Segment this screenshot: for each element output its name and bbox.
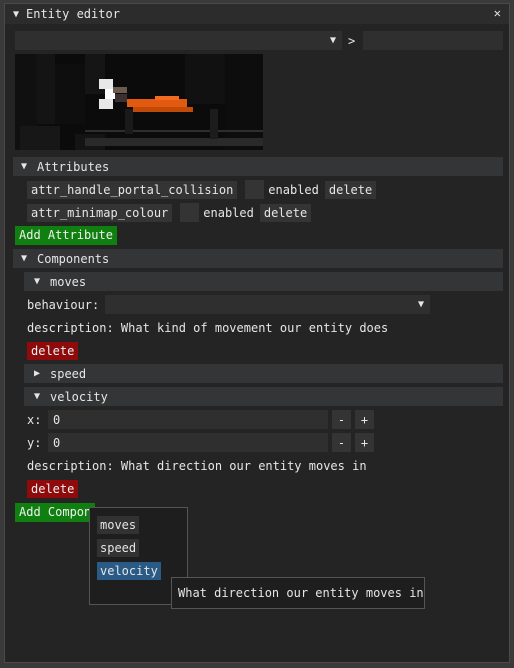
delete-moves-button[interactable]: delete <box>27 342 79 360</box>
enabled-checkbox[interactable] <box>245 180 265 199</box>
y-input[interactable]: 0 <box>48 433 328 452</box>
popup-item-speed[interactable]: speed <box>97 539 140 557</box>
add-component-button[interactable]: Add Compon <box>15 503 96 522</box>
x-increment-button[interactable]: + <box>355 410 374 429</box>
behaviour-combo[interactable]: ▼ <box>105 295 430 314</box>
expand-triangle-icon: ▼ <box>20 161 28 172</box>
collapsed-triangle-icon: ▶ <box>33 368 41 379</box>
velocity-description: description: What direction our entity m… <box>27 459 367 473</box>
attributes-header[interactable]: ▼ Attributes <box>13 157 503 176</box>
velocity-header[interactable]: ▼ velocity <box>24 387 503 406</box>
behaviour-label: behaviour: <box>27 298 100 312</box>
entity-name-input[interactable] <box>363 31 503 50</box>
x-input[interactable]: 0 <box>48 410 328 429</box>
add-attribute-button[interactable]: Add Attribute <box>15 226 117 245</box>
window-title: Entity editor <box>26 7 120 21</box>
expand-triangle-icon: ▼ <box>20 253 28 264</box>
moves-header[interactable]: ▼ moves <box>24 272 503 291</box>
velocity-label: velocity <box>50 389 108 404</box>
popup-item-moves[interactable]: moves <box>97 516 140 534</box>
attributes-label: Attributes <box>37 159 110 174</box>
delete-attribute-button[interactable]: delete <box>259 203 312 222</box>
moves-label: moves <box>50 274 87 289</box>
x-decrement-button[interactable]: - <box>332 410 351 429</box>
attribute-row: attr_minimap_colour enabled delete <box>27 203 312 222</box>
x-label: x: <box>27 413 42 427</box>
tooltip-text: What direction our entity moves in <box>178 586 424 600</box>
delete-attribute-button[interactable]: delete <box>324 180 377 199</box>
y-value: 0 <box>53 435 61 450</box>
enabled-label: enabled <box>268 182 319 197</box>
speed-label: speed <box>50 366 87 381</box>
collapse-triangle-icon[interactable]: ▼ <box>9 9 23 20</box>
popup-item-velocity[interactable]: velocity <box>97 562 161 580</box>
components-header[interactable]: ▼ Components <box>13 249 503 268</box>
component-tooltip: What direction our entity moves in <box>171 577 425 609</box>
attribute-name[interactable]: attr_handle_portal_collision <box>27 180 238 199</box>
path-separator: > <box>348 34 356 48</box>
attribute-row: attr_handle_portal_collision enabled del… <box>27 180 377 199</box>
components-label: Components <box>37 251 110 266</box>
entity-preview-image <box>15 54 263 150</box>
chevron-down-icon: ▼ <box>329 35 336 46</box>
entity-editor-window: ▼ Entity editor ✕ ▼ > ▼ Attributes attr_… <box>4 3 510 663</box>
y-decrement-button[interactable]: - <box>332 433 351 452</box>
expand-triangle-icon: ▼ <box>33 276 41 287</box>
y-label: y: <box>27 436 42 450</box>
delete-velocity-button[interactable]: delete <box>27 480 79 498</box>
chevron-down-icon: ▼ <box>417 299 424 310</box>
y-increment-button[interactable]: + <box>355 433 374 452</box>
x-value: 0 <box>53 412 61 427</box>
speed-header[interactable]: ▶ speed <box>24 364 503 383</box>
entity-select-combo[interactable]: ▼ <box>15 31 342 50</box>
expand-triangle-icon: ▼ <box>33 391 41 402</box>
enabled-checkbox[interactable] <box>180 203 200 222</box>
close-icon[interactable]: ✕ <box>494 6 501 20</box>
entity-sprite-image <box>15 54 263 150</box>
moves-description: description: What kind of movement our e… <box>27 321 389 335</box>
window-titlebar[interactable]: ▼ Entity editor ✕ <box>5 4 509 24</box>
enabled-label: enabled <box>203 205 254 220</box>
attribute-name[interactable]: attr_minimap_colour <box>27 203 173 222</box>
